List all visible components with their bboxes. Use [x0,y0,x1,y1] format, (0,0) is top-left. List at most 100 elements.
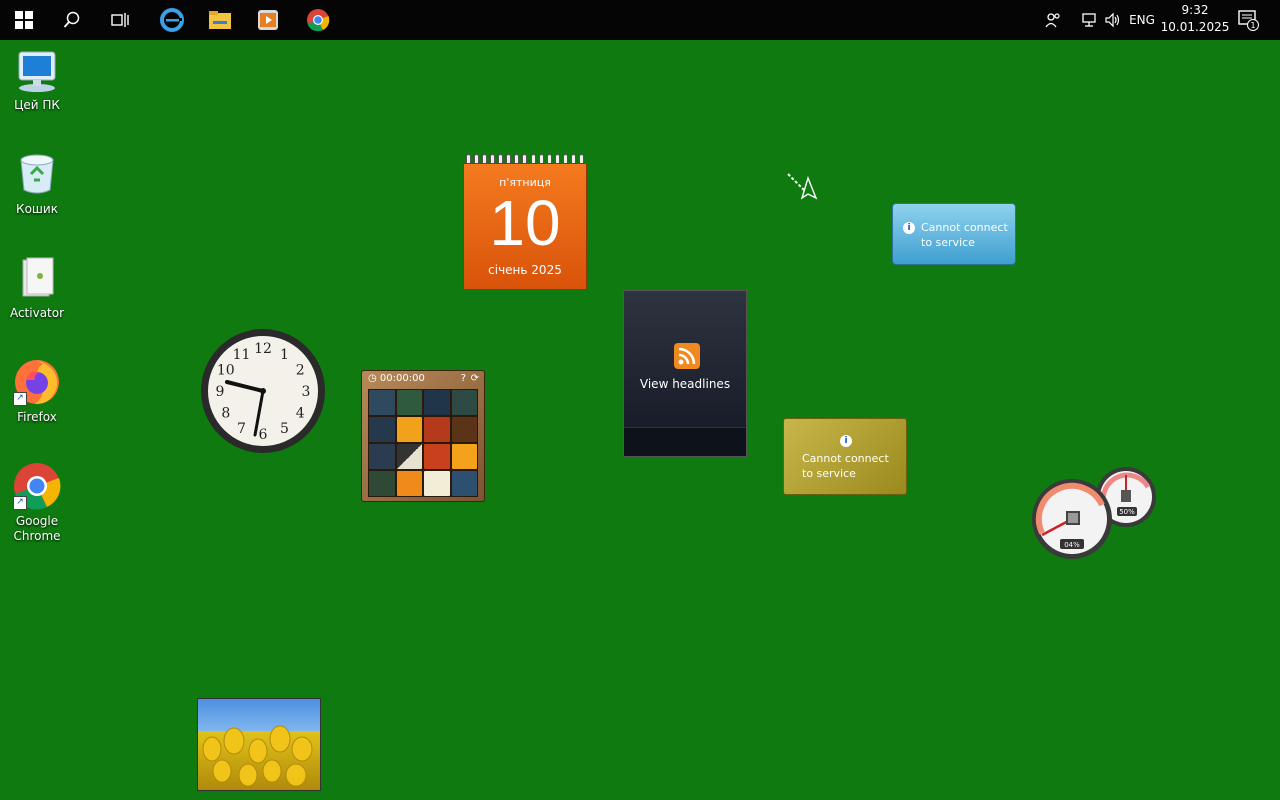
puzzle-tile[interactable] [396,417,422,442]
edge-icon [160,8,184,32]
media-player-icon [258,10,278,30]
clock-numeral: 1 [280,347,289,363]
clock-date: 10.01.2025 [1160,20,1230,34]
network-button[interactable] [1078,0,1100,40]
puzzle-toolbar: ◷ 00:00:00 ? ⟳ [362,371,484,387]
this-pc-icon [18,51,56,92]
task-view-icon [111,13,129,27]
chrome-icon [307,9,330,32]
desktop-icon-label: Цей ПК [14,98,60,112]
puzzle-tile[interactable] [396,471,422,496]
desktop-icon-google-chrome[interactable]: ↗ Google Chrome [4,462,70,544]
volume-icon [1105,12,1120,28]
weather-error-message: Cannot connect to service [921,221,1008,249]
info-icon: i [840,435,852,447]
taskbar-clock[interactable]: 9:32 10.01.2025 [1160,2,1230,36]
clock-numeral: 8 [221,406,230,422]
cpu-gauge: 04% [1032,479,1112,559]
task-view-button[interactable] [96,0,144,40]
windows-logo-icon [15,11,33,29]
desktop-icon-label: Activator [9,306,65,320]
start-button[interactable] [0,0,48,40]
language-label: ENG [1129,13,1155,27]
notification-count: 1 [1250,21,1255,30]
taskbar-chrome[interactable] [294,0,342,40]
desktop-icon-label: Google Chrome [13,514,61,543]
desktop-icon-recycle-bin[interactable]: Кошик [4,150,70,217]
rss-icon [674,343,700,369]
puzzle-timer: 00:00:00 [379,373,425,384]
solve-icon[interactable]: ⟳ [471,371,479,387]
puzzle-tile[interactable] [451,471,477,496]
action-center-button[interactable]: 1 [1234,0,1262,40]
clock-numeral: 3 [302,384,311,400]
cpu-meter-gadget[interactable]: 50% 04% [1030,465,1160,561]
shortcut-arrow-icon: ↗ [13,496,27,510]
currency-gadget[interactable]: i Cannot connect to service [783,418,907,495]
feed-footer [624,427,746,456]
clock-numeral: 9 [216,384,225,400]
people-button[interactable] [1040,0,1066,40]
clock-gadget[interactable]: 12 1 2 3 4 5 6 7 8 9 10 11 [199,327,327,455]
move-cursor-icon [787,173,818,200]
currency-error-message: Cannot connect to service [802,452,889,480]
puzzle-tile[interactable] [424,471,450,496]
slideshow-gadget[interactable] [197,698,321,791]
activator-file-icon [22,257,54,297]
notification-icon: 1 [1238,10,1259,31]
taskbar-edge[interactable] [148,0,196,40]
calendar-page: п'ятниця 10 січень 2025 [463,163,587,290]
clock-numeral: 5 [280,421,289,437]
timer-icon: ◷ [368,373,377,384]
clock-numeral: 10 [217,363,235,379]
mouse-cursor [786,172,822,208]
info-icon: i [903,222,915,234]
recycle-bin-icon [20,154,54,194]
puzzle-tile[interactable] [369,444,395,469]
puzzle-tile[interactable] [424,390,450,415]
clock-numeral: 7 [237,421,246,437]
desktop-icon-activator[interactable]: Activator [4,254,70,321]
clock-numeral: 11 [233,347,251,363]
feed-headlines-gadget[interactable]: View headlines [623,290,747,457]
puzzle-tile[interactable] [424,417,450,442]
clock-time: 9:32 [1181,3,1209,17]
desktop-icon-label: Firefox [17,410,57,424]
calendar-month-year: січень 2025 [488,263,562,277]
clock-numeral: 12 [254,341,272,357]
puzzle-tile[interactable] [369,390,395,415]
taskbar-media-player[interactable] [244,0,292,40]
desktop-icon-firefox[interactable]: ↗ Firefox [4,358,70,425]
puzzle-tile[interactable] [369,471,395,496]
help-icon[interactable]: ? [461,371,466,387]
view-headlines-link[interactable]: View headlines [624,377,746,391]
desktop-icon-this-pc[interactable]: Цей ПК [4,46,70,113]
calendar-day: 10 [489,187,561,259]
clock-numeral: 6 [259,427,268,443]
clock-numeral: 4 [296,406,305,422]
puzzle-tile[interactable] [451,444,477,469]
cpu-percent: 04% [1064,541,1080,549]
desktop-icon-label: Кошик [16,202,58,216]
shortcut-arrow-icon: ↗ [13,392,27,406]
calendar-gadget[interactable]: п'ятниця 10 січень 2025 [463,155,587,290]
search-button[interactable] [48,0,96,40]
tulips-photo [202,725,313,787]
puzzle-tile[interactable] [451,390,477,415]
people-icon [1045,13,1060,28]
puzzle-tile[interactable] [396,390,422,415]
clock-face: 12 12 3 45678 9 1011 [201,329,325,453]
weather-gadget[interactable]: i Cannot connect to service [892,203,1016,265]
puzzle-tile[interactable] [451,417,477,442]
language-indicator[interactable]: ENG [1124,0,1160,40]
clock-numeral: 2 [296,363,305,379]
taskbar-file-explorer[interactable] [196,0,244,40]
puzzle-tile[interactable] [369,417,395,442]
puzzle-tile[interactable] [424,444,450,469]
picture-puzzle-gadget[interactable]: ◷ 00:00:00 ? ⟳ [361,370,485,502]
puzzle-grid [368,389,478,497]
volume-button[interactable] [1101,0,1123,40]
puzzle-tile[interactable] [396,444,422,469]
network-icon [1082,13,1096,27]
search-icon [63,11,80,28]
